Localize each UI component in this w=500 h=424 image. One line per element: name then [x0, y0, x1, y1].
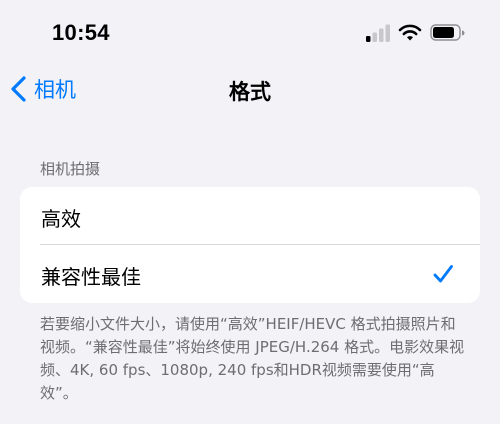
signal-icon [366, 24, 390, 42]
battery-icon [430, 24, 465, 41]
navigation-bar: 相机 格式 [0, 66, 500, 112]
section-footer: 若要缩小文件大小，请使用“高效”HEIF/HEVC 格式拍摄照片和视频。“兼容性… [40, 315, 465, 402]
format-options-group: 高效 兼容性最佳 [20, 187, 480, 303]
section-header: 相机拍摄 [40, 160, 101, 178]
page-title: 格式 [229, 80, 271, 104]
checkmark-icon [433, 265, 453, 283]
option-high-efficiency[interactable]: 高效 [20, 187, 480, 245]
status-bar: 10:54 [0, 0, 500, 66]
option-label: 高效 [41, 207, 81, 231]
option-label: 兼容性最佳 [41, 265, 141, 289]
wifi-icon [398, 24, 422, 41]
status-time: 10:54 [52, 20, 110, 45]
option-most-compatible[interactable]: 兼容性最佳 [20, 245, 480, 303]
